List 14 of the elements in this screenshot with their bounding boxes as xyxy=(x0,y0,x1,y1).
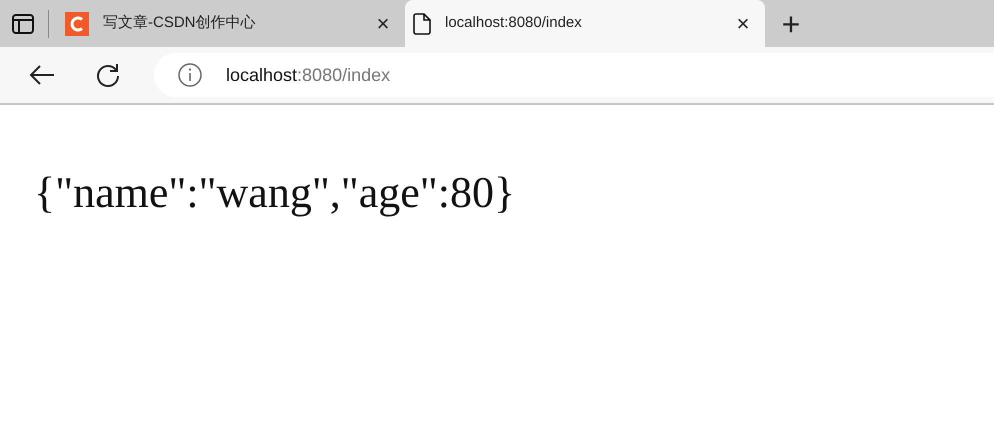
close-tab-button[interactable]: × xyxy=(371,12,395,34)
reload-icon[interactable] xyxy=(95,62,121,88)
back-icon[interactable] xyxy=(28,62,56,87)
browser-tab[interactable]: 写文章-CSDN创作中心 × xyxy=(57,0,405,47)
address-bar[interactable]: localhost:8080/index xyxy=(154,53,994,97)
info-icon[interactable] xyxy=(178,63,202,87)
close-tab-button[interactable]: × xyxy=(731,12,755,34)
url-text: localhost:8080/index xyxy=(226,64,390,86)
page-icon xyxy=(413,12,431,34)
logo-icon xyxy=(65,12,89,36)
json-text: {"name":"wang","age":80} xyxy=(34,167,516,219)
tab-actions-icon[interactable] xyxy=(12,14,34,34)
browser-tab[interactable]: localhost:8080/index × xyxy=(405,0,765,47)
new-tab-button[interactable]: + xyxy=(765,0,817,47)
